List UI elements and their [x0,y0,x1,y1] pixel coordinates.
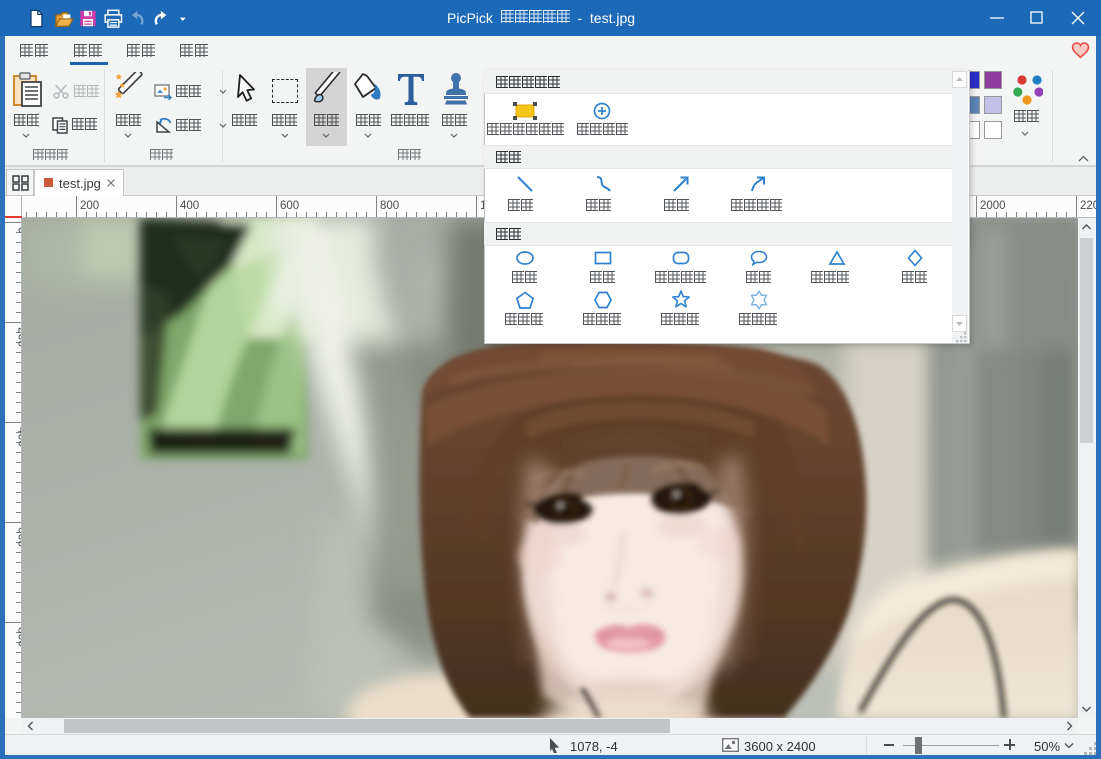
svg-text:2000: 2000 [980,200,1006,212]
svg-text:600: 600 [280,200,299,212]
svg-text:400: 400 [180,200,199,212]
svg-text:800: 800 [380,200,399,212]
svg-text:200: 200 [80,200,99,212]
